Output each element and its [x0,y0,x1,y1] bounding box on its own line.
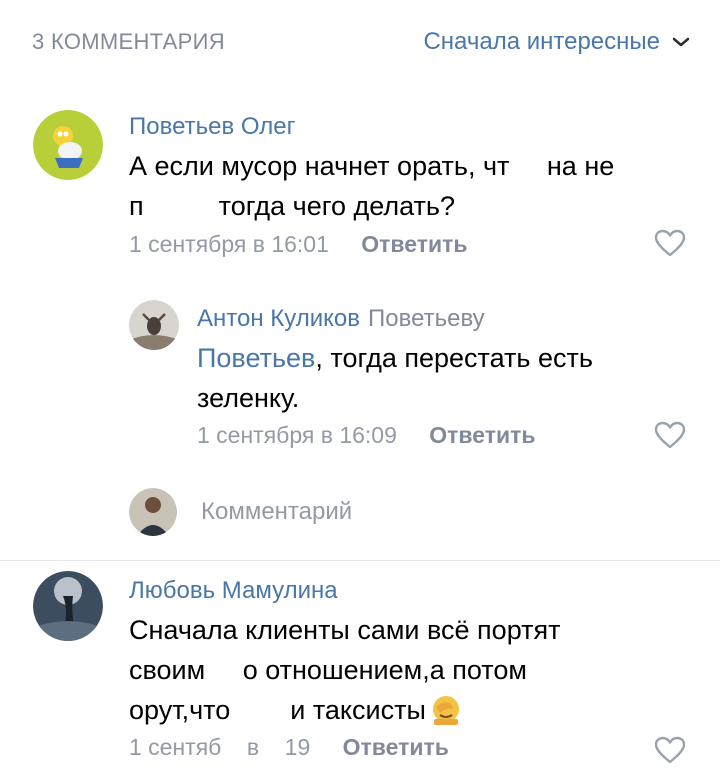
comment-date: 1 сентяб в 19 [129,734,311,760]
heart-icon[interactable] [654,736,686,764]
reply-button[interactable]: Ответить [343,734,449,760]
avatar[interactable] [33,571,103,641]
comment-text-line-content: орут,что и таксисты [129,695,426,725]
comment-text-line: орут,что и таксисты [129,690,689,736]
comment-text-line: своим о отношением,а потом [129,655,527,685]
comment-text: Сначала клиенты сами всё портят своим о … [129,610,689,736]
comments-screen: 3 КОММЕНТАРИЯ Сначала интересные Поветье… [0,0,720,783]
facepalm-emoji-icon [430,693,462,736]
comment-author[interactable]: Любовь Мамулина [129,577,338,605]
comment-meta: 1 сентяб в 19 Ответить [129,734,449,761]
comment-item: Любовь Мамулина Сначала клиенты сами всё… [0,0,720,783]
comment-text-line: Сначала клиенты сами всё портят [129,615,561,645]
